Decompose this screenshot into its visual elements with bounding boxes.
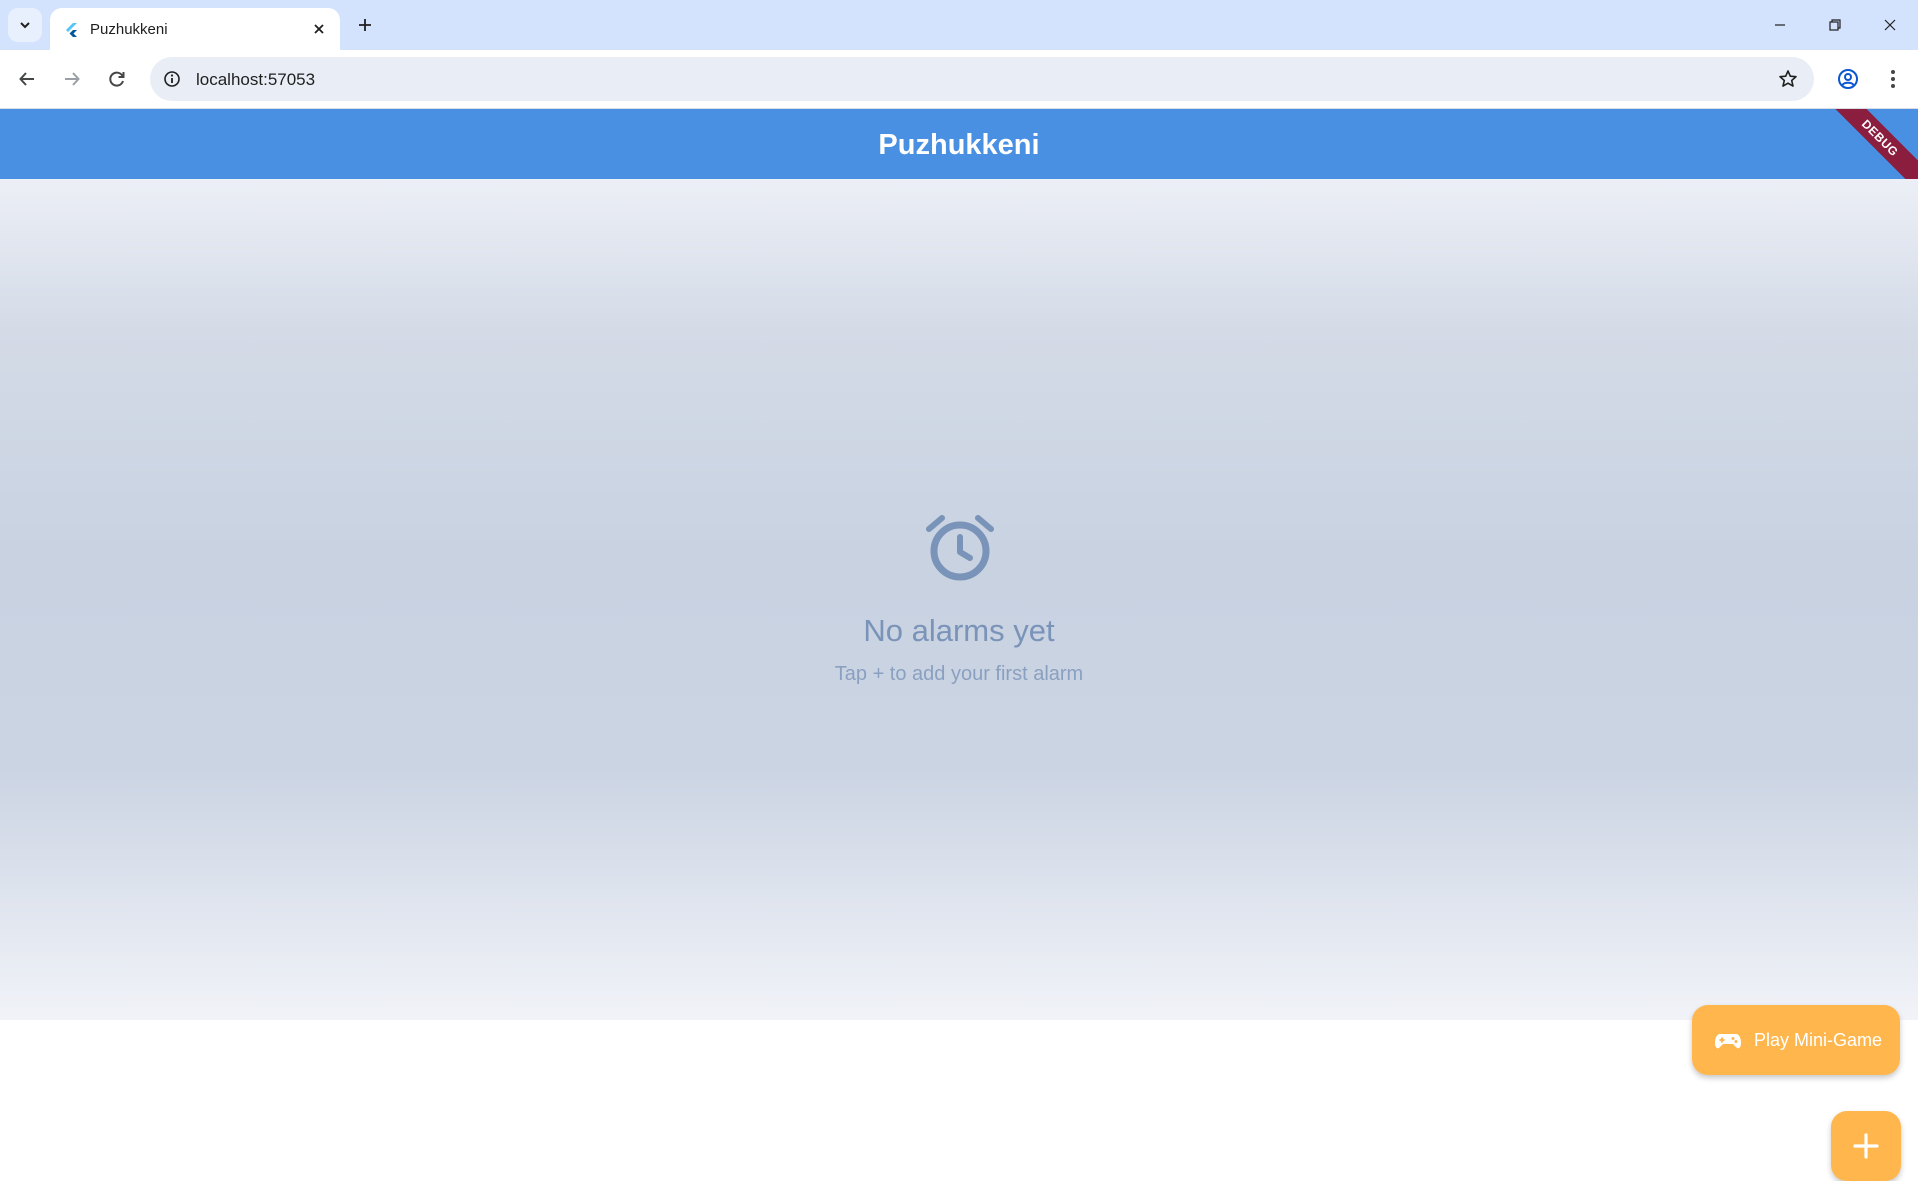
empty-state-subtitle: Tap + to add your first alarm (834, 663, 1084, 685)
app-bar: Puzhukkeni DEBUG (0, 109, 1918, 179)
address-bar[interactable]: localhost:57053 (150, 57, 1814, 101)
flutter-icon (66, 23, 77, 37)
new-tab-button[interactable] (350, 10, 380, 40)
play-minigame-button[interactable]: Play Mini-Game (1692, 1005, 1900, 1075)
minimize-icon (1775, 24, 1785, 26)
close-icon (314, 24, 324, 34)
restore-icon (1829, 19, 1841, 31)
forward-button[interactable] (55, 62, 89, 96)
plus-icon (359, 19, 371, 31)
bookmark-button[interactable] (1776, 67, 1800, 91)
tab-close-button[interactable] (308, 18, 330, 40)
tab-title: Puzhukkeni (90, 21, 168, 38)
empty-state-title: No alarms yet (863, 613, 1055, 648)
tab-strip: Puzhukkeni (0, 0, 1918, 50)
url-text: localhost:57053 (196, 70, 316, 89)
minimize-button[interactable] (1752, 0, 1808, 50)
star-icon (1779, 70, 1797, 87)
reload-icon (109, 71, 125, 87)
tab-search-button[interactable] (8, 8, 42, 42)
browser-toolbar: localhost:57053 (0, 50, 1918, 109)
reload-button[interactable] (100, 62, 134, 96)
alarm-clock-icon (926, 515, 994, 581)
app-title: Puzhukkeni (878, 129, 1040, 161)
arrow-right-icon (65, 72, 80, 86)
browser-menu-button[interactable] (1876, 62, 1910, 96)
gamepad-icon (1715, 1034, 1741, 1049)
chevron-down-icon (20, 22, 30, 29)
profile-button[interactable] (1831, 62, 1865, 96)
info-icon (164, 71, 180, 87)
browser-tab[interactable]: Puzhukkeni (50, 8, 340, 50)
arrow-left-icon (19, 72, 34, 86)
close-icon (1884, 19, 1896, 31)
alarm-list-area: No alarms yet Tap + to add your first al… (0, 179, 1918, 1181)
more-vert-icon (1891, 70, 1895, 88)
site-info-button[interactable] (160, 67, 184, 91)
close-window-button[interactable] (1862, 0, 1918, 50)
back-button[interactable] (10, 62, 44, 96)
profile-icon (1838, 69, 1858, 89)
restore-button[interactable] (1807, 0, 1863, 50)
add-alarm-button[interactable] (1831, 1111, 1901, 1181)
plus-icon (1853, 1133, 1879, 1159)
play-minigame-label: Play Mini-Game (1754, 1029, 1883, 1050)
